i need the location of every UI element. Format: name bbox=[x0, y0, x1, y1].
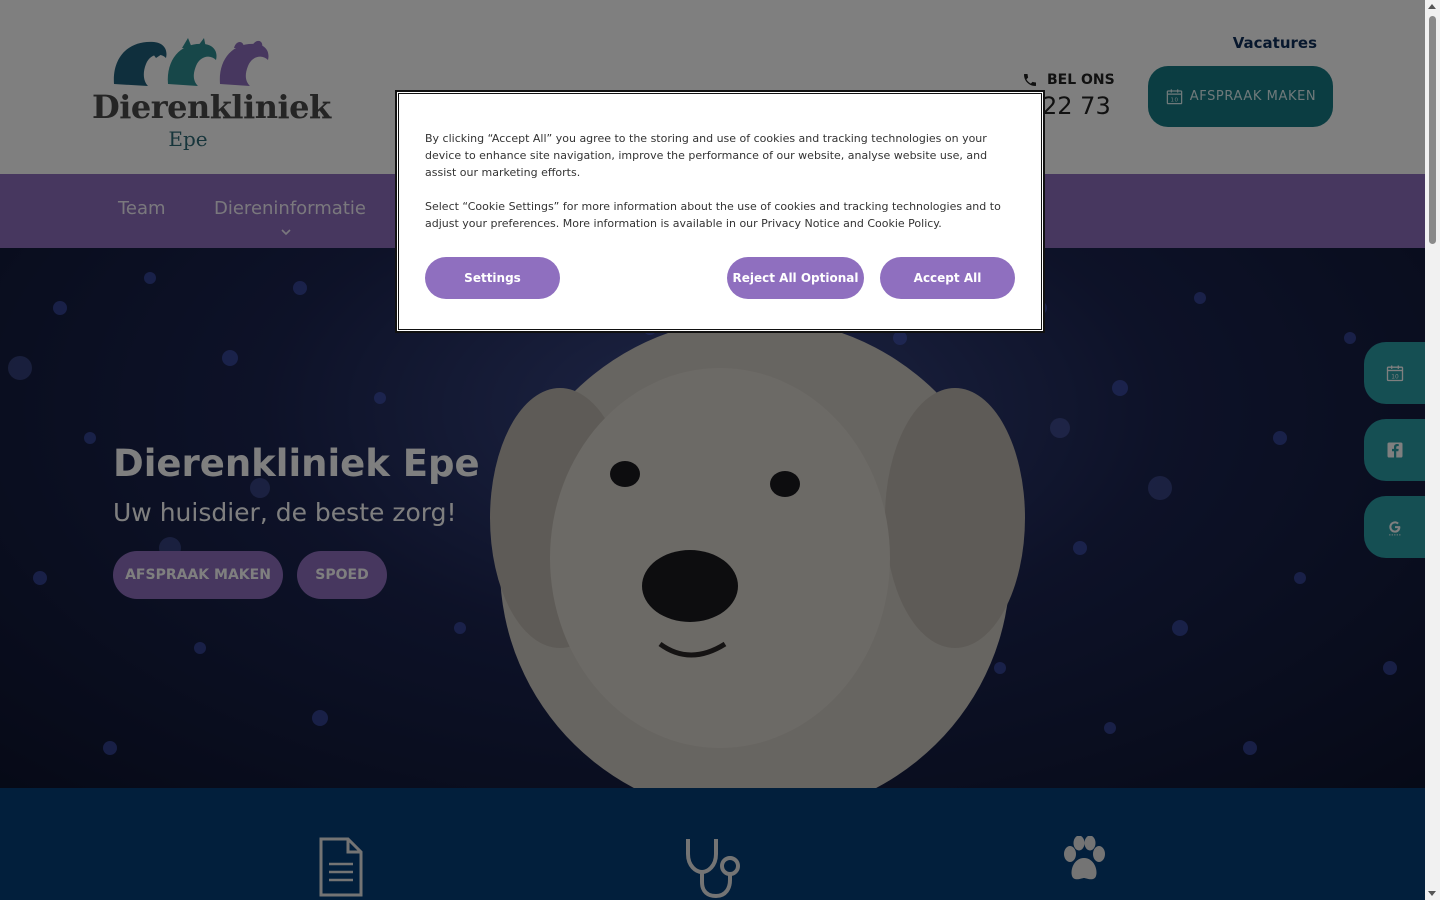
cookie-text-accept: By clicking “Accept All” you agree to th… bbox=[425, 132, 988, 179]
page-scrollbar[interactable] bbox=[1425, 0, 1440, 900]
cookie-reject-button[interactable]: Reject All Optional bbox=[727, 257, 864, 299]
scroll-up-arrow[interactable] bbox=[1428, 4, 1436, 9]
cookie-consent-dialog: By clicking “Accept All” you agree to th… bbox=[395, 90, 1045, 333]
scroll-down-arrow[interactable] bbox=[1428, 891, 1436, 896]
cookie-text-settings: Select “Cookie Settings” for more inform… bbox=[425, 200, 1001, 230]
cookie-settings-button[interactable]: Settings bbox=[425, 257, 560, 299]
cookie-accept-button[interactable]: Accept All bbox=[880, 257, 1015, 299]
scrollbar-thumb[interactable] bbox=[1429, 16, 1436, 244]
